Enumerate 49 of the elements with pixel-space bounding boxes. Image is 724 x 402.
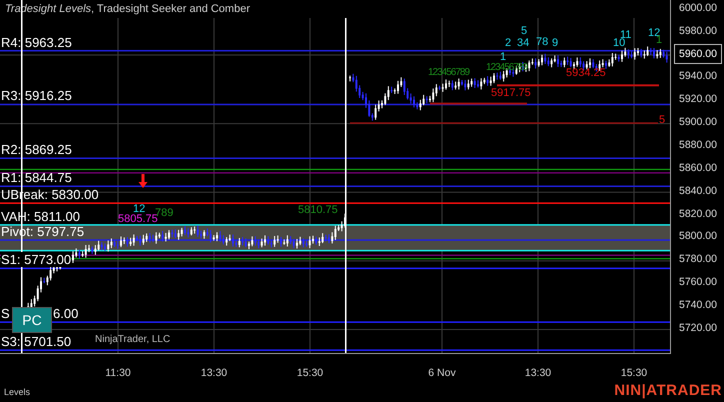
chart-annotation: 5805.75 bbox=[118, 214, 158, 225]
price-tick: 6000.00 bbox=[679, 2, 717, 14]
pc-button[interactable]: PC bbox=[12, 307, 52, 333]
level-label: R1: 5844.75 bbox=[1, 170, 72, 186]
chart-annotation: 2 bbox=[505, 38, 512, 49]
price-tick: 5860.00 bbox=[679, 162, 717, 174]
price-tick: 5920.00 bbox=[679, 93, 717, 106]
brand-logo: NIN|ATRADER bbox=[614, 382, 722, 399]
chart-annotation: 1 bbox=[656, 35, 662, 46]
price-tick: 5820.00 bbox=[679, 208, 717, 220]
time-tick: 13:30 bbox=[200, 367, 228, 379]
level-label: R4: 5963.25 bbox=[1, 34, 72, 50]
chart-annotation: 5917.75 bbox=[491, 88, 531, 99]
time-tick: 13:30 bbox=[524, 367, 552, 379]
price-tick: 5720.00 bbox=[679, 322, 717, 334]
level-label: S1: 5773.00 bbox=[1, 252, 72, 268]
price-tick: 5900.00 bbox=[679, 116, 717, 128]
time-tick: 6 Nov bbox=[427, 367, 457, 379]
down-arrow-icon bbox=[138, 174, 148, 188]
time-tick: 11:30 bbox=[104, 367, 132, 379]
level-label: S3: 5701.50 bbox=[1, 334, 72, 350]
chart-annotation: 5934.25 bbox=[566, 68, 606, 79]
chart-annotation: 78 bbox=[536, 37, 548, 48]
chart-annotation: 1 bbox=[500, 52, 506, 63]
chart-annotation: 9 bbox=[552, 38, 558, 49]
price-tick: 5740.00 bbox=[679, 299, 717, 312]
price-tick: 5780.00 bbox=[679, 253, 717, 266]
chart-annotation: 5 bbox=[659, 115, 666, 126]
level-label: R2: 5869.25 bbox=[1, 142, 72, 158]
price-tick: 5800.00 bbox=[679, 230, 717, 242]
chart-annotation: 34 bbox=[517, 38, 530, 49]
price-tick: 5980.00 bbox=[679, 24, 717, 37]
copyright-text: NinjaTrader, LLC bbox=[95, 334, 170, 346]
current-price-tag: 5960.00 bbox=[674, 44, 722, 64]
chart-annotation: 123456789 bbox=[428, 68, 470, 78]
chart-annotation: 12 bbox=[133, 204, 146, 215]
time-tick: 15:30 bbox=[296, 367, 324, 379]
price-tick: 5840.00 bbox=[679, 184, 717, 197]
level-label: 6.00 bbox=[53, 306, 78, 322]
chart-annotation: 5 bbox=[521, 26, 528, 37]
price-tick: 5880.00 bbox=[679, 138, 717, 151]
price-tick: 5760.00 bbox=[679, 276, 717, 288]
chart-annotation: 10 bbox=[613, 38, 626, 49]
level-label: S bbox=[1, 306, 10, 322]
time-tick: 15:30 bbox=[620, 367, 648, 379]
chart-annotation: 5810.75 bbox=[298, 205, 338, 216]
levels-tab[interactable]: Levels bbox=[4, 387, 30, 397]
level-label: R3: 5916.25 bbox=[1, 88, 72, 104]
price-tick: 5940.00 bbox=[679, 70, 717, 82]
